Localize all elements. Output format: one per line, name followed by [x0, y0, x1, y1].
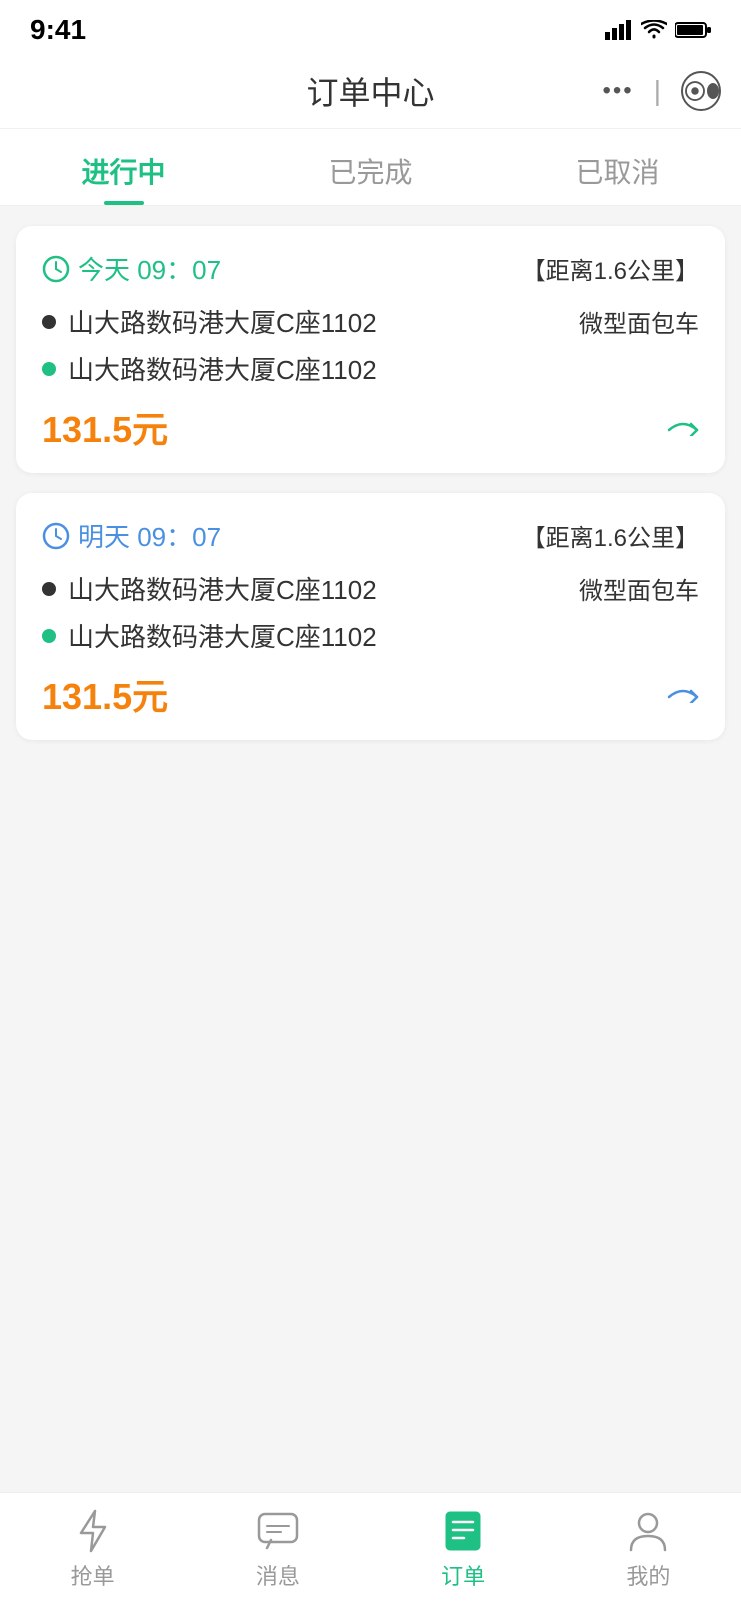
- nav-message-label: 消息: [256, 1559, 300, 1591]
- bottom-nav: 抢单 消息 订单: [0, 1492, 741, 1615]
- status-bar: 9:41: [0, 0, 741, 54]
- nav-grab-label: 抢单: [71, 1559, 115, 1591]
- route-dot-to-1: [42, 362, 56, 376]
- lightning-icon: [71, 1509, 115, 1553]
- nav-orders-label: 订单: [441, 1559, 485, 1591]
- route-dot-from-1: [42, 315, 56, 329]
- route-from-2: 山大路数码港大厦C座1102 微型面包车: [42, 570, 699, 607]
- order-price-2: 131.5元: [42, 668, 168, 720]
- order-distance-2: 【距离1.6公里】: [522, 518, 699, 553]
- tab-active[interactable]: 进行中: [0, 129, 247, 205]
- order-arrow-1[interactable]: [667, 411, 699, 443]
- status-time: 9:41: [30, 14, 86, 46]
- route-dot-from-2: [42, 582, 56, 596]
- more-button[interactable]: •••: [603, 77, 634, 105]
- nav-mine-label: 我的: [626, 1559, 670, 1591]
- order-header-2: 明天 09：07 【距离1.6公里】: [42, 517, 699, 554]
- route-dot-to-2: [42, 629, 56, 643]
- person-icon: [626, 1509, 670, 1553]
- order-distance-1: 【距离1.6公里】: [522, 251, 699, 286]
- order-time-1: 今天 09：07: [42, 250, 221, 287]
- order-card-2[interactable]: 明天 09：07 【距离1.6公里】 山大路数码港大厦C座1102 微型面包车 …: [16, 493, 725, 740]
- order-footer-2: 131.5元: [42, 668, 699, 720]
- tab-cancelled[interactable]: 已取消: [494, 129, 741, 205]
- route-to-1: 山大路数码港大厦C座1102: [42, 350, 699, 387]
- battery-icon: [675, 21, 711, 39]
- header: 订单中心 ••• |: [0, 54, 741, 129]
- tabs: 进行中 已完成 已取消: [0, 129, 741, 206]
- nav-grab[interactable]: 抢单: [0, 1509, 185, 1591]
- message-icon: [256, 1509, 300, 1553]
- nav-orders[interactable]: 订单: [371, 1509, 556, 1591]
- signal-icon: [605, 20, 633, 40]
- nav-mine[interactable]: 我的: [556, 1509, 741, 1591]
- header-actions: ••• |: [603, 71, 722, 111]
- order-time-2: 明天 09：07: [42, 517, 221, 554]
- clock-icon-2: [42, 522, 70, 550]
- order-route-2: 山大路数码港大厦C座1102 微型面包车 山大路数码港大厦C座1102: [42, 570, 699, 654]
- nav-message[interactable]: 消息: [185, 1509, 370, 1591]
- clock-icon-1: [42, 255, 70, 283]
- scan-button[interactable]: [681, 71, 721, 111]
- wifi-icon: [641, 20, 667, 40]
- orders-icon: [441, 1509, 485, 1553]
- order-arrow-2[interactable]: [667, 678, 699, 710]
- order-card-1[interactable]: 今天 09：07 【距离1.6公里】 山大路数码港大厦C座1102 微型面包车 …: [16, 226, 725, 473]
- order-footer-1: 131.5元: [42, 401, 699, 453]
- order-price-1: 131.5元: [42, 401, 168, 453]
- status-icons: [605, 20, 711, 40]
- order-route-1: 山大路数码港大厦C座1102 微型面包车 山大路数码港大厦C座1102: [42, 303, 699, 387]
- scan-icon: [683, 75, 707, 107]
- header-title: 订单中心: [306, 68, 434, 114]
- route-from-1: 山大路数码港大厦C座1102 微型面包车: [42, 303, 699, 340]
- route-to-2: 山大路数码港大厦C座1102: [42, 617, 699, 654]
- order-header-1: 今天 09：07 【距离1.6公里】: [42, 250, 699, 287]
- order-list: 今天 09：07 【距离1.6公里】 山大路数码港大厦C座1102 微型面包车 …: [0, 206, 741, 1106]
- tab-completed[interactable]: 已完成: [247, 129, 494, 205]
